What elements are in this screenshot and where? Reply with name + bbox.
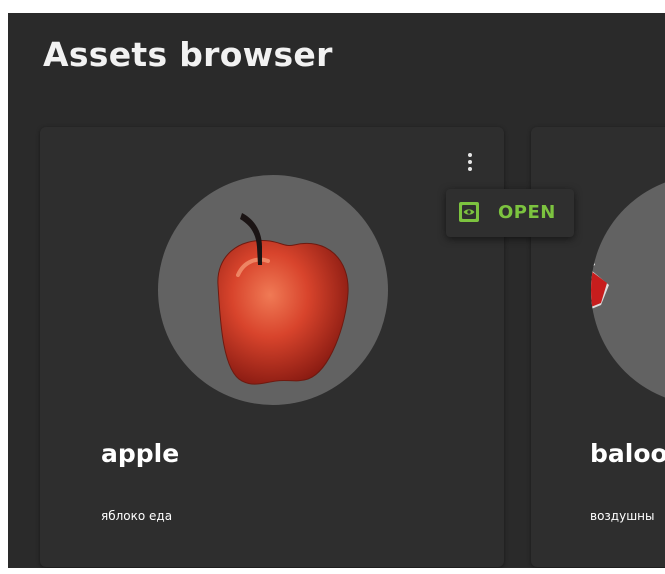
- eye-icon: [458, 201, 480, 223]
- apple-image: [217, 213, 349, 385]
- assets-browser-app: Assets browser apple яблоко еда baloo во…: [8, 13, 665, 568]
- asset-thumbnail[interactable]: [591, 175, 665, 405]
- asset-title: baloo: [590, 439, 665, 468]
- asset-thumbnail[interactable]: [158, 175, 388, 405]
- open-label: OPEN: [498, 202, 556, 223]
- asset-tags: воздушны: [590, 509, 655, 523]
- more-options-button[interactable]: [458, 147, 482, 177]
- more-vert-icon: [468, 153, 472, 157]
- asset-card-apple[interactable]: apple яблоко еда: [40, 127, 504, 567]
- asset-tags: яблоко еда: [101, 509, 173, 523]
- open-menu-item[interactable]: OPEN: [446, 189, 574, 237]
- more-vert-dot: [468, 160, 472, 164]
- asset-title: apple: [101, 439, 180, 468]
- page-title: Assets browser: [43, 35, 333, 74]
- balloon-image: [591, 255, 609, 310]
- more-vert-dot: [468, 167, 472, 171]
